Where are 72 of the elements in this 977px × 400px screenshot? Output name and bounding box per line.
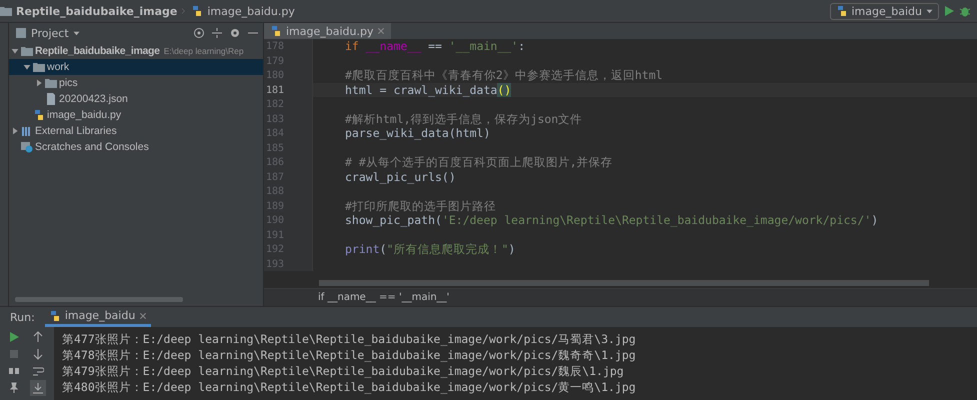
python-icon xyxy=(191,5,204,17)
code-line: parse_wiki_data(html) xyxy=(345,126,490,140)
code-line: #解析html,得到选手信息，保存为json文件 xyxy=(345,112,582,126)
library-icon xyxy=(21,125,33,137)
folder-icon xyxy=(45,77,57,89)
up-arrow-icon xyxy=(32,331,44,343)
code-line: html = crawl_wiki_data() xyxy=(345,82,512,97)
pin-icon xyxy=(8,382,20,394)
python-icon xyxy=(48,310,61,322)
expand-arrow-icon[interactable] xyxy=(11,127,19,135)
folder-icon xyxy=(33,61,45,73)
code-line: #打印所爬取的选手图片路径 xyxy=(345,198,496,213)
tree-item[interactable]: Reptile_baidubaike_image E:\deep learning\Rep xyxy=(9,43,263,59)
project-view-dropdown[interactable]: Project xyxy=(13,26,82,40)
folder-icon xyxy=(0,5,12,17)
scroll-to-end-icon xyxy=(32,382,44,394)
breadcrumb-project[interactable]: Reptile_baidubaike_image xyxy=(16,4,178,18)
folder-icon xyxy=(21,45,33,57)
line-number: 181 xyxy=(264,84,284,97)
console-icon xyxy=(21,141,33,153)
scrollbar[interactable] xyxy=(15,297,183,302)
console-output-line: 第480张照片：E:/deep learning\Reptile\Reptile_baidubaike_image/work/pics/黄一鸣\1.jpg xyxy=(62,379,637,395)
code-line: print("所有信息爬取完成！") xyxy=(345,242,516,256)
collapse-icon[interactable] xyxy=(211,27,223,39)
python-icon xyxy=(33,109,45,121)
run-configuration-dropdown[interactable]: image_baidu xyxy=(830,2,939,20)
down-arrow-icon xyxy=(32,348,44,360)
file-icon xyxy=(45,93,57,105)
tree-item-label: pics xyxy=(59,77,78,89)
wrap-icon xyxy=(32,365,44,377)
breadcrumb-file[interactable]: image_baidu.py xyxy=(207,4,295,18)
caret-icon xyxy=(926,8,933,14)
scroll-to-end-button[interactable] xyxy=(30,380,46,396)
tree-item[interactable]: External Libraries xyxy=(9,123,263,139)
chevron-icon xyxy=(181,6,188,16)
locate-icon[interactable] xyxy=(193,27,205,39)
tree-item[interactable]: work xyxy=(9,59,263,75)
console-output-line: 第478张照片：E:/deep learning\Reptile\Reptile_baidubaike_image/work/pics/魏奇奇\1.jpg xyxy=(62,347,637,363)
tree-item[interactable]: image_baidu.py xyxy=(9,107,263,123)
stop-icon xyxy=(8,348,20,360)
run-label: Run: xyxy=(10,310,35,324)
caret-icon xyxy=(72,30,80,36)
console-output-line: 第479张照片：E:/deep learning\Reptile\Reptile_baidubaike_image/work/pics/魏辰\1.jpg xyxy=(62,363,625,379)
code-line: crawl_pic_urls() xyxy=(345,170,456,184)
code-breadcrumb[interactable]: if __name__ == '__main__' xyxy=(318,292,450,303)
tree-item-label: External Libraries xyxy=(35,125,117,137)
code-line: if __name__ == '__main__': xyxy=(345,39,526,54)
run-icon xyxy=(8,331,20,343)
tree-item[interactable]: Scratches and Consoles xyxy=(9,139,263,155)
python-icon xyxy=(836,5,848,17)
console-output-line: 第477张照片：E:/deep learning\Reptile\Reptile_baidubaike_image/work/pics/马蜀君\3.jpg xyxy=(62,331,637,347)
tree-item[interactable]: 20200423.json xyxy=(9,91,263,107)
bug-icon[interactable] xyxy=(959,5,971,17)
run-icon[interactable] xyxy=(943,5,955,17)
layout-icon xyxy=(8,365,20,377)
close-icon[interactable] xyxy=(139,312,148,320)
tree-item[interactable]: pics xyxy=(9,75,263,91)
close-icon[interactable] xyxy=(377,27,386,35)
tree-item-label: Scratches and Consoles xyxy=(35,141,149,153)
tree-item-label: work xyxy=(47,61,70,73)
settings-icon[interactable] xyxy=(229,27,241,39)
path-text: E:\deep learning\Rep xyxy=(164,46,244,56)
panel-icon xyxy=(15,27,27,39)
code-line: # #从每个选手的百度百科页面上爬取图片,并保存 xyxy=(345,155,613,170)
editor-tab[interactable]: image_baidu.py xyxy=(264,23,392,39)
tree-item-label: Reptile_baidubaike_image xyxy=(35,45,160,57)
tree-item-label: image_baidu.py xyxy=(47,109,122,121)
scrollbar[interactable] xyxy=(319,280,929,286)
python-icon xyxy=(270,25,282,37)
tree-item-label: 20200423.json xyxy=(59,93,128,105)
code-line: show_pic_path('E:/deep learning\Reptile\Reptile_baidubaike_image/work/pics/') xyxy=(345,213,878,228)
code-line: #爬取百度百科中《青春有你2》中参赛选手信息，返回html xyxy=(345,68,663,82)
